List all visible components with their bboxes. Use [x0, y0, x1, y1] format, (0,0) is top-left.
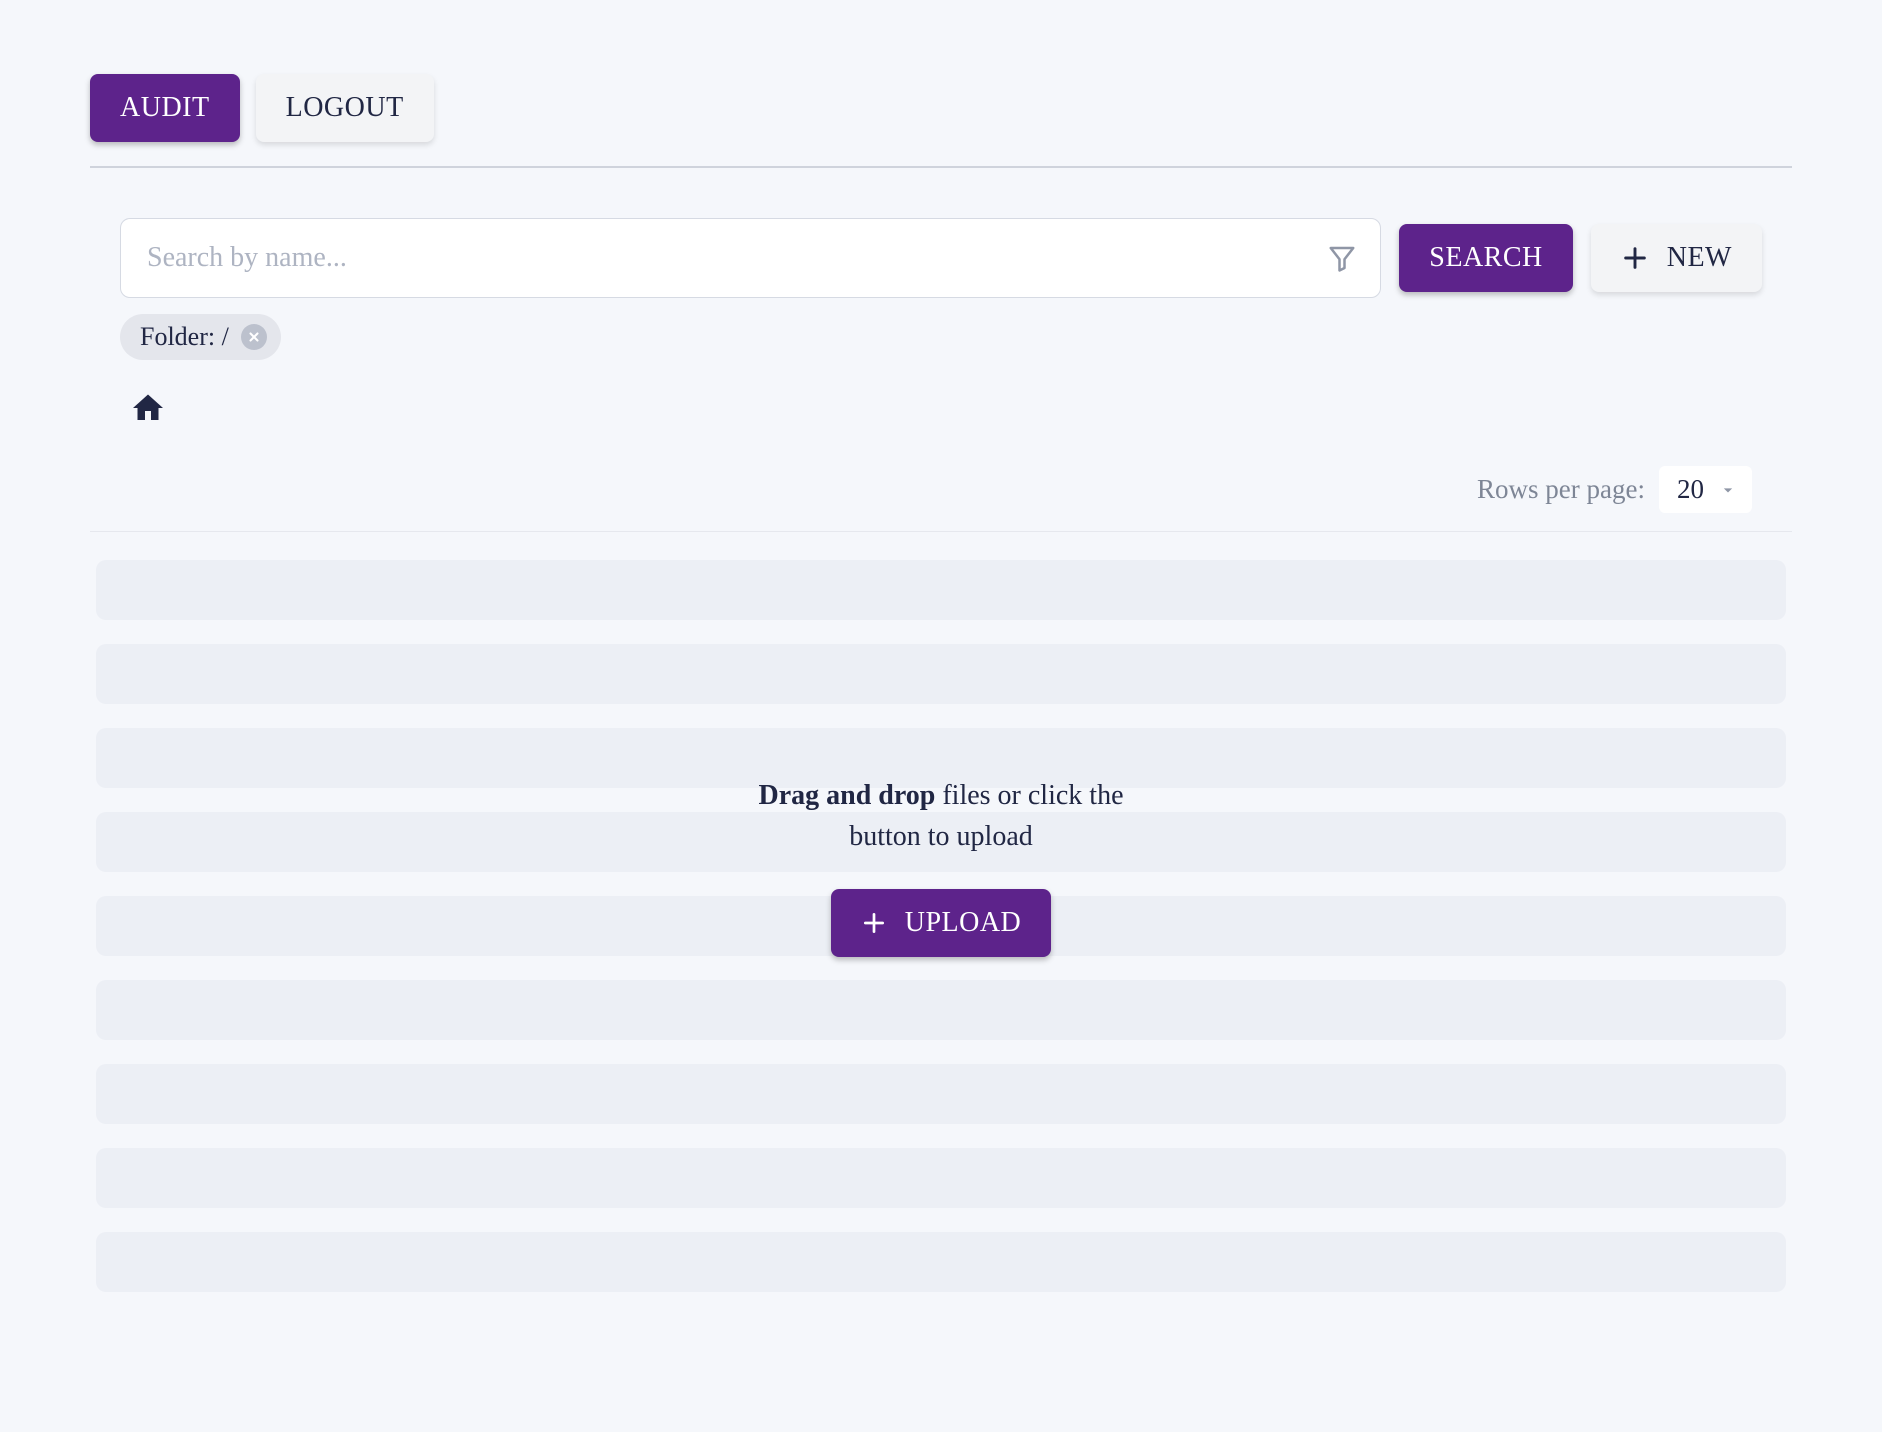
list-item: [96, 812, 1786, 872]
file-list: Drag and drop files or click the button …: [90, 532, 1792, 1292]
search-wrap: [120, 218, 1381, 298]
folder-filter-chip[interactable]: Folder: /: [120, 314, 281, 360]
upload-button-label: UPLOAD: [905, 907, 1022, 939]
plus-icon: [1621, 244, 1649, 272]
filter-icon[interactable]: [1327, 243, 1357, 273]
new-button[interactable]: NEW: [1591, 224, 1762, 292]
search-row: SEARCH NEW: [90, 218, 1792, 298]
rows-per-page-label: Rows per page:: [1477, 474, 1645, 505]
list-item: [96, 1064, 1786, 1124]
folder-chip-label: Folder: /: [140, 322, 229, 352]
breadcrumb: [90, 360, 1792, 436]
list-item: [96, 728, 1786, 788]
list-item: [96, 1148, 1786, 1208]
rows-per-page-value: 20: [1677, 474, 1704, 505]
filter-chips: Folder: /: [90, 298, 1792, 360]
pagination-bar: Rows per page: 20: [90, 436, 1792, 532]
search-input[interactable]: [120, 218, 1381, 298]
list-item: [96, 560, 1786, 620]
header-actions: AUDIT LOGOUT: [90, 0, 1792, 168]
upload-button[interactable]: UPLOAD: [831, 889, 1052, 957]
rows-per-page-select[interactable]: 20: [1659, 466, 1752, 513]
close-icon[interactable]: [241, 324, 267, 350]
logout-button[interactable]: LOGOUT: [256, 74, 434, 142]
chevron-down-icon: [1718, 480, 1738, 500]
home-icon[interactable]: [130, 390, 1752, 426]
new-button-label: NEW: [1667, 242, 1732, 274]
list-item: [96, 644, 1786, 704]
list-item: [96, 1232, 1786, 1292]
list-item: [96, 980, 1786, 1040]
plus-icon: [861, 910, 887, 936]
audit-button[interactable]: AUDIT: [90, 74, 240, 142]
search-button[interactable]: SEARCH: [1399, 224, 1572, 292]
